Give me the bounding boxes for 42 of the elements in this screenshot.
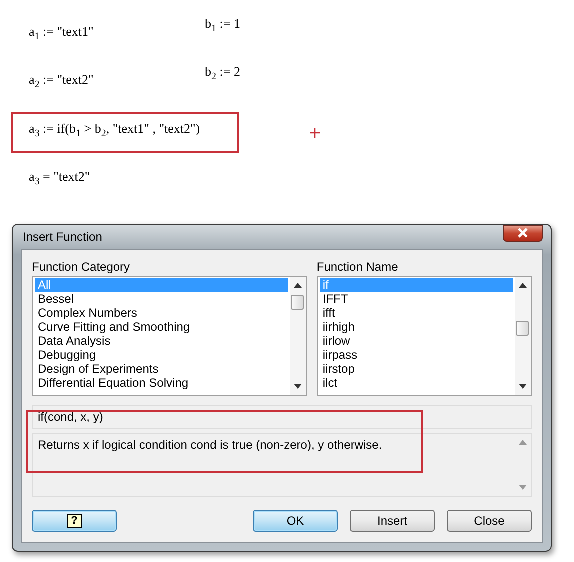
- scrollbar[interactable]: [515, 277, 531, 395]
- math-expression: a$_{2}$ := "text2": [29, 72, 94, 91]
- list-item[interactable]: Debugging: [35, 348, 288, 362]
- list-item[interactable]: iirhigh: [320, 320, 513, 334]
- close-button[interactable]: [503, 224, 543, 242]
- math-expression: b$_{1}$ := 1: [205, 16, 240, 35]
- list-box[interactable]: if IFFT ifft iirhigh iirlow iirpass iirstop ilct: [316, 276, 532, 396]
- math-expression: a$_{3}$ := if(b$_{1}$ > b$_{2}$, "text1" , "text2"): [29, 121, 200, 140]
- scroll-thumb[interactable]: [516, 321, 529, 336]
- window-title: Insert Function: [22, 230, 102, 244]
- math-expression: b$_{2}$ := 2: [205, 64, 240, 83]
- list-item[interactable]: iirpass: [320, 348, 513, 362]
- list-item[interactable]: ifft: [320, 306, 513, 320]
- scroll-down-icon[interactable]: [519, 384, 527, 389]
- math-expression: a$_{3}$ = "text2": [29, 169, 90, 188]
- list-item[interactable]: Data Analysis: [35, 334, 288, 348]
- close-icon: [517, 228, 529, 238]
- math-expression: a$_{1}$ := "text1": [29, 24, 94, 43]
- list-item[interactable]: ilct: [320, 376, 513, 390]
- dialog-button[interactable]: OK: [253, 510, 338, 532]
- list-label: Function Name: [316, 260, 400, 274]
- help-button[interactable]: ?: [32, 510, 117, 532]
- crosshair-icon: [309, 127, 321, 139]
- list-box[interactable]: All Bessel Complex Numbers Curve Fitting and Smoothing Data Analysis Debugging Design of Experiments Differential Equation Solving: [32, 276, 307, 396]
- list-item[interactable]: Bessel: [35, 292, 288, 306]
- scrollbar[interactable]: [290, 277, 306, 395]
- scroll-up-icon[interactable]: [519, 283, 527, 288]
- list-item[interactable]: Design of Experiments: [35, 362, 288, 376]
- scroll-down-icon[interactable]: [294, 384, 302, 389]
- description-field: Returns x if logical condition cond is true (non-zero), y otherwise.: [32, 433, 532, 497]
- list-label: Function Category: [32, 260, 132, 274]
- list-item[interactable]: Curve Fitting and Smoothing: [35, 320, 288, 334]
- list-item[interactable]: Complex Numbers: [35, 306, 288, 320]
- dialog-button[interactable]: Close: [447, 510, 532, 532]
- list-item[interactable]: iirlow: [320, 334, 513, 348]
- list-item[interactable]: iirstop: [320, 362, 513, 376]
- list-item[interactable]: IFFT: [320, 292, 513, 306]
- dialog-button[interactable]: Insert: [350, 510, 435, 532]
- list-item[interactable]: Differential Equation Solving: [35, 376, 288, 390]
- signature-field: if(cond, x, y): [32, 405, 532, 429]
- scroll-up-icon[interactable]: [294, 283, 302, 288]
- scroll-thumb[interactable]: [290, 295, 304, 310]
